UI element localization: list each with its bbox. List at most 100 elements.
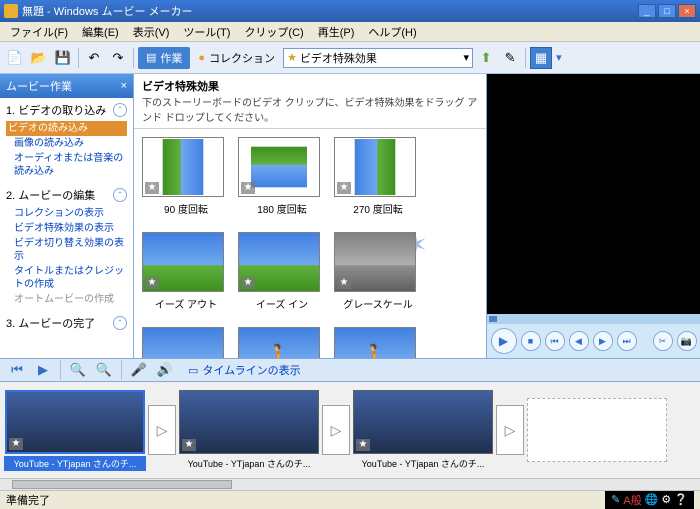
ime-mode: A般 xyxy=(623,492,641,508)
storyboard-clip[interactable]: ★ YouTube - YTjapan さんのチ... xyxy=(4,390,146,471)
collapse-icon[interactable]: ˆ xyxy=(113,103,127,117)
expand-icon[interactable]: ˇ xyxy=(113,316,127,330)
collection-combo[interactable]: ★ ビデオ特殊効果 ▾ xyxy=(283,48,473,68)
menu-view[interactable]: 表示(V) xyxy=(127,22,176,42)
step-back-button[interactable]: ◀ xyxy=(569,331,589,351)
clip-label: YouTube - YTjapan さんのチ... xyxy=(352,456,494,471)
menu-help[interactable]: ヘルプ(H) xyxy=(362,22,422,42)
transition-slot[interactable]: ▷ xyxy=(496,405,524,455)
window-title: 無題 - Windows ムービー メーカー xyxy=(22,3,193,19)
separator xyxy=(121,360,122,380)
task-make-titles[interactable]: タイトルまたはクレジットの作成 xyxy=(6,264,127,292)
undo-button[interactable]: ↶ xyxy=(83,47,105,69)
step-fwd-button[interactable]: ▶ xyxy=(593,331,613,351)
tasks-button[interactable]: ▤ 作業 xyxy=(138,47,190,69)
effect-ease-out[interactable]: ★ イーズ アウト xyxy=(142,232,230,311)
new-button[interactable]: 📄 xyxy=(4,47,26,69)
transition-slot[interactable]: ▷ xyxy=(322,405,350,455)
clip-label: YouTube - YTjapan さんのチ... xyxy=(178,456,320,471)
silhouette-icon: 🚶 xyxy=(335,328,415,358)
preview-monitor xyxy=(487,74,700,314)
chevron-down-icon: ▾ xyxy=(464,51,470,64)
chevron-down-icon[interactable]: ▾ xyxy=(554,51,564,64)
zoom-in-button[interactable]: 🔍 xyxy=(67,359,89,381)
minimize-button[interactable]: _ xyxy=(638,4,656,18)
snapshot-button[interactable]: 📷 xyxy=(677,331,697,351)
split-button[interactable]: ✂ xyxy=(653,331,673,351)
effects-pane: ビデオ特殊効果 下のストーリーボードのビデオ クリップに、ビデオ特殊効果をドラッ… xyxy=(134,74,486,358)
star-icon: ★ xyxy=(182,439,196,451)
ime-bar[interactable]: ✎ A般 🌐 ⚙ ❔ xyxy=(605,491,694,509)
collection-button[interactable]: ● コレクション xyxy=(192,47,281,69)
open-button[interactable]: 📂 xyxy=(28,47,50,69)
play-button[interactable]: ▶ xyxy=(491,328,517,354)
save-button[interactable]: 💾 xyxy=(52,47,74,69)
star-icon: ★ xyxy=(241,277,255,289)
combo-value: ビデオ特殊効果 xyxy=(300,50,377,66)
storyboard-clip[interactable]: ★ YouTube - YTjapan さんのチ... xyxy=(178,390,320,471)
storyboard-clip[interactable]: ★ YouTube - YTjapan さんのチ... xyxy=(352,390,494,471)
close-button[interactable]: × xyxy=(678,4,696,18)
transition-slot[interactable]: ▷ xyxy=(148,405,176,455)
next-button[interactable]: ⏭ xyxy=(617,331,637,351)
menu-tool[interactable]: ツール(T) xyxy=(177,22,236,42)
task-pane-title: ムービー作業 xyxy=(6,78,72,94)
maximize-button[interactable]: □ xyxy=(658,4,676,18)
seek-bar[interactable] xyxy=(487,314,700,324)
scrollbar-thumb[interactable] xyxy=(12,480,232,489)
task-import-video[interactable]: ビデオの読み込み xyxy=(6,121,127,136)
ime-icon: ❔ xyxy=(674,493,688,506)
effect-item[interactable]: ★ xyxy=(142,327,230,358)
effect-ease-in[interactable]: ★ イーズ イン xyxy=(238,232,326,311)
clip-label: YouTube - YTjapan さんのチ... xyxy=(4,456,146,471)
effect-rotate-90[interactable]: ★ 90 度回転 xyxy=(142,137,230,216)
collection-label: コレクション xyxy=(209,50,275,66)
ime-icon: 🌐 xyxy=(645,493,659,506)
effect-rotate-270[interactable]: ★ 270 度回転 xyxy=(334,137,422,216)
star-icon: ★ xyxy=(287,51,297,64)
task-automovie[interactable]: オートムービーの作成 xyxy=(6,292,127,307)
view-thumbnails-button[interactable]: ▦ xyxy=(530,47,552,69)
up-button[interactable]: ⬆ xyxy=(475,47,497,69)
effects-subtitle: 下のストーリーボードのビデオ クリップに、ビデオ特殊効果をドラッグ アンド ドロ… xyxy=(142,94,478,124)
menu-play[interactable]: 再生(P) xyxy=(312,22,361,42)
task-view-transitions[interactable]: ビデオ切り替え効果の表示 xyxy=(6,236,127,264)
tasks-label: 作業 xyxy=(160,50,182,66)
separator xyxy=(78,48,79,68)
effect-item[interactable]: 🚶★ xyxy=(334,327,422,358)
stop-button[interactable]: ■ xyxy=(521,331,541,351)
task-view-collection[interactable]: コレクションの表示 xyxy=(6,206,127,221)
menu-file[interactable]: ファイル(F) xyxy=(4,22,74,42)
show-timeline-link[interactable]: ▭ タイムラインの表示 xyxy=(188,362,301,378)
separator xyxy=(525,48,526,68)
effect-grayscale[interactable]: ✶ ★ グレースケール xyxy=(334,232,422,311)
close-pane-button[interactable]: × xyxy=(121,80,127,92)
task-section-capture: 1. ビデオの取り込み ˆ xyxy=(6,102,127,118)
menu-clip[interactable]: クリップ(C) xyxy=(238,22,309,42)
task-import-image[interactable]: 画像の読み込み xyxy=(6,136,127,151)
toolbar: 📄 📂 💾 ↶ ↷ ▤ 作業 ● コレクション ★ ビデオ特殊効果 ▾ ⬆ ✎ … xyxy=(0,42,700,74)
audio-levels-button[interactable]: 🔊 xyxy=(154,359,176,381)
prev-button[interactable]: ⏮ xyxy=(545,331,565,351)
effect-rotate-180[interactable]: ★ 180 度回転 xyxy=(238,137,326,216)
star-icon: ★ xyxy=(337,277,351,289)
effect-item[interactable]: 🚶★ xyxy=(238,327,326,358)
narrate-button[interactable]: 🎤 xyxy=(128,359,150,381)
ime-icon: ⚙ xyxy=(661,493,671,506)
list-icon: ▤ xyxy=(146,51,156,64)
task-import-audio[interactable]: オーディオまたは音楽の読み込み xyxy=(6,151,127,179)
separator xyxy=(133,48,134,68)
collapse-icon[interactable]: ˆ xyxy=(113,188,127,202)
play-storyboard-button[interactable]: ▶ xyxy=(32,359,54,381)
redo-button[interactable]: ↷ xyxy=(107,47,129,69)
preview-pane: ▶ ■ ⏮ ◀ ▶ ⏭ ✂ 📷 xyxy=(486,74,700,358)
zoom-out-button[interactable]: 🔍 xyxy=(93,359,115,381)
rewind-button[interactable]: ⏮ xyxy=(6,359,28,381)
task-view-effects[interactable]: ビデオ特殊効果の表示 xyxy=(6,221,127,236)
storyboard-scrollbar[interactable] xyxy=(0,478,700,490)
menu-edit[interactable]: 編集(E) xyxy=(76,22,125,42)
storyboard-empty-slot[interactable] xyxy=(526,398,668,462)
storyboard-toolbar: ⏮ ▶ 🔍 🔍 🎤 🔊 ▭ タイムラインの表示 xyxy=(0,358,700,382)
storyboard[interactable]: ★ YouTube - YTjapan さんのチ... ▷ ★ YouTube … xyxy=(0,382,700,478)
properties-button[interactable]: ✎ xyxy=(499,47,521,69)
